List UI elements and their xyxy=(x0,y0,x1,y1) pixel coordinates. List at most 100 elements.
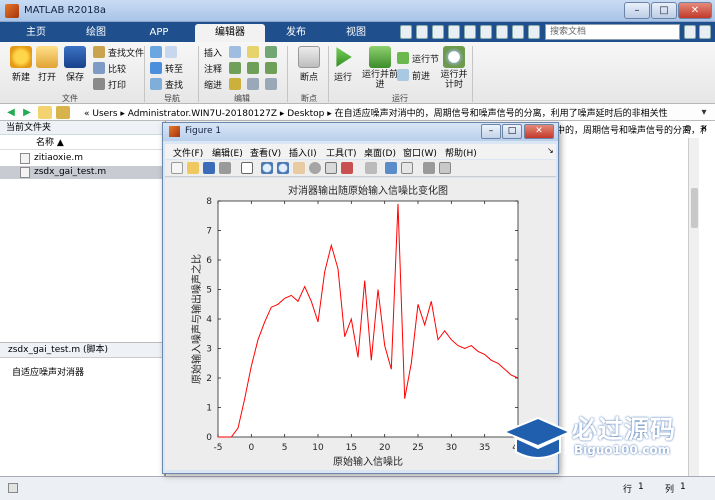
figure-minimize-button[interactable]: – xyxy=(481,124,501,139)
brush-icon[interactable] xyxy=(341,162,353,174)
indent-button[interactable]: 缩进 xyxy=(204,78,280,92)
minimize-button[interactable]: – xyxy=(624,2,650,19)
advance-button[interactable]: 前进 xyxy=(397,69,430,83)
panel-close-icon[interactable]: ✕ xyxy=(698,124,710,136)
name-column-label: 名称 ▲ xyxy=(36,138,64,148)
quick-help-icon[interactable] xyxy=(512,25,524,39)
new-figure-icon[interactable] xyxy=(171,162,183,174)
line-chart[interactable]: -50510152025303540012345678对消器输出随原始输入信噪比… xyxy=(165,178,556,470)
quick-dropdown-icon[interactable] xyxy=(528,25,540,39)
menu-edit[interactable]: 编辑(E) xyxy=(212,146,243,159)
run-button[interactable]: 运行 xyxy=(326,46,360,83)
browse-folder-icon[interactable] xyxy=(38,106,52,119)
panel-options-icon[interactable]: ⊙ xyxy=(682,124,694,136)
group-label-navigate: 导航 xyxy=(164,94,180,103)
back-forward-buttons[interactable] xyxy=(150,46,180,60)
pan-icon[interactable] xyxy=(293,162,305,174)
decrease-indent-icon xyxy=(264,78,277,90)
data-cursor-icon[interactable] xyxy=(325,162,337,174)
search-input[interactable]: 搜索文档 xyxy=(545,24,680,40)
show-plot-tools-icon[interactable] xyxy=(439,162,451,174)
insert-icon xyxy=(228,46,241,58)
quick-copy-icon[interactable] xyxy=(432,25,444,39)
menu-help[interactable]: 帮助(H) xyxy=(445,146,477,159)
ribbon: 新建 打开 保存 查找文件 比较 打印 文件 转至 查找 导航 插入 注释 缩进… xyxy=(0,42,715,104)
quick-paste-icon[interactable] xyxy=(448,25,460,39)
menu-dock-icon[interactable]: ↘ xyxy=(547,146,554,155)
maximize-button[interactable]: □ xyxy=(651,2,677,19)
run-section-button[interactable]: 运行节 xyxy=(397,52,439,66)
tab-view[interactable]: 视图 xyxy=(328,24,384,42)
link-plot-icon[interactable] xyxy=(365,162,377,174)
y-tick-label: 8 xyxy=(206,197,212,207)
figure-maximize-button[interactable]: □ xyxy=(502,124,522,139)
print-figure-icon[interactable] xyxy=(219,162,231,174)
menu-insert[interactable]: 插入(I) xyxy=(289,146,317,159)
ribbon-tab-bar: 主页 绘图 APP 编辑器 发布 视图 搜索文档 xyxy=(0,22,715,42)
menu-file[interactable]: 文件(F) xyxy=(173,146,203,159)
zoom-in-icon[interactable] xyxy=(261,162,273,174)
y-tick-label: 3 xyxy=(206,345,212,355)
figure-close-button[interactable]: ✕ xyxy=(524,124,554,139)
colorbar-icon[interactable] xyxy=(385,162,397,174)
print-button[interactable]: 打印 xyxy=(93,78,126,92)
group-label-run: 运行 xyxy=(392,94,408,103)
quick-cut-icon[interactable] xyxy=(416,25,428,39)
tab-plots[interactable]: 绘图 xyxy=(68,24,124,42)
details-header[interactable]: zsdx_gai_test.m (脚本) xyxy=(0,342,165,358)
find-files-button[interactable]: 查找文件 xyxy=(93,46,144,60)
find-icon xyxy=(150,78,162,90)
col-value: 1 xyxy=(680,482,686,492)
quick-save-icon[interactable] xyxy=(400,25,412,39)
matlab-logo-icon xyxy=(5,4,19,18)
tab-apps[interactable]: APP xyxy=(128,24,190,42)
goto-button[interactable]: 转至 xyxy=(150,62,183,76)
separator xyxy=(144,46,145,102)
up-folder-icon[interactable] xyxy=(56,106,70,119)
stopwatch-icon xyxy=(443,46,465,68)
print-icon xyxy=(93,78,105,90)
help-icon[interactable] xyxy=(699,25,711,39)
file-item[interactable]: zitiaoxie.m xyxy=(0,152,165,165)
menu-desktop[interactable]: 桌面(D) xyxy=(364,146,396,159)
save-button[interactable]: 保存 xyxy=(58,46,92,83)
pointer-icon[interactable] xyxy=(241,162,253,174)
comment-button[interactable]: 注释 xyxy=(204,62,280,76)
run-icon xyxy=(336,47,352,67)
find-button[interactable]: 查找 xyxy=(150,78,183,92)
expand-icon[interactable] xyxy=(684,25,696,39)
quick-redo-icon[interactable] xyxy=(480,25,492,39)
forward-icon[interactable]: ▶ xyxy=(20,106,34,119)
tab-editor[interactable]: 编辑器 xyxy=(195,24,265,42)
y-tick-label: 6 xyxy=(206,256,212,266)
y-tick-label: 0 xyxy=(206,433,212,443)
name-column-header[interactable]: 名称 ▲ xyxy=(0,136,165,150)
menu-view[interactable]: 查看(V) xyxy=(250,146,281,159)
quick-undo-icon[interactable] xyxy=(464,25,476,39)
open-file-icon[interactable] xyxy=(187,162,199,174)
hide-plot-tools-icon[interactable] xyxy=(423,162,435,174)
compare-button[interactable]: 比较 xyxy=(93,62,126,76)
quick-switch-icon[interactable] xyxy=(496,25,508,39)
menu-window[interactable]: 窗口(W) xyxy=(403,146,437,159)
run-time-button[interactable]: 运行并计时 xyxy=(437,46,471,90)
watermark-url: Biguo100.com xyxy=(574,443,671,457)
run-advance-button[interactable]: 运行并前进 xyxy=(360,46,400,90)
address-dropdown-icon[interactable]: ▾ xyxy=(697,106,711,119)
back-icon[interactable]: ◀ xyxy=(4,106,18,119)
breakpoints-button[interactable]: 断点 xyxy=(292,46,326,83)
menu-tools[interactable]: 工具(T) xyxy=(326,146,357,159)
file-item[interactable]: zsdx_gai_test.m xyxy=(0,166,165,179)
scrollbar-thumb[interactable] xyxy=(691,188,698,228)
tab-home[interactable]: 主页 xyxy=(8,24,64,42)
address-path[interactable]: « Users ▸ Administrator.WIN7U-20180127Z … xyxy=(84,106,668,119)
advance-icon xyxy=(397,69,409,81)
zoom-out-icon[interactable] xyxy=(277,162,289,174)
close-button[interactable]: ✕ xyxy=(678,2,712,19)
legend-icon[interactable] xyxy=(401,162,413,174)
rotate-icon[interactable] xyxy=(309,162,321,174)
insert-button[interactable]: 插入 xyxy=(204,46,280,60)
tab-publish[interactable]: 发布 xyxy=(268,24,324,42)
save-figure-icon[interactable] xyxy=(203,162,215,174)
title-bar: MATLAB R2018a – □ ✕ xyxy=(0,0,715,22)
